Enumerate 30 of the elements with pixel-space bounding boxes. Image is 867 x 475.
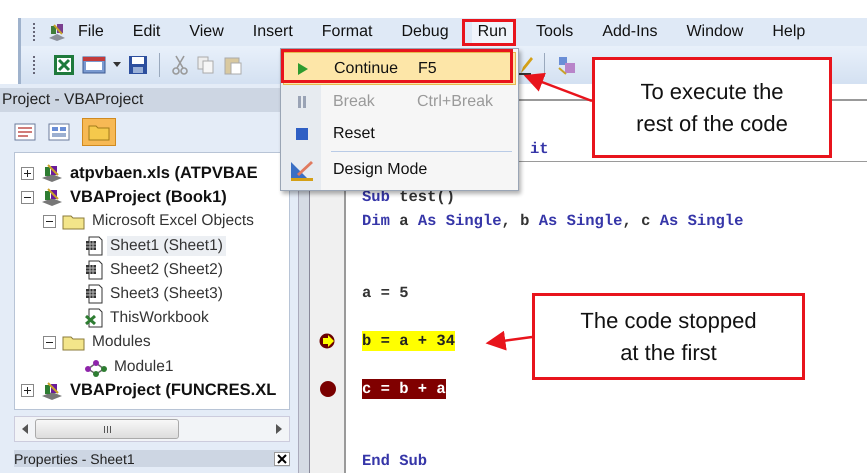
tree-item[interactable]: atpvbaen.xls (ATPVBAE xyxy=(67,162,261,184)
menu-item[interactable]: Window xyxy=(680,21,750,43)
code-line: it xyxy=(530,139,549,159)
menu-item[interactable]: Insert xyxy=(246,21,299,43)
tree-item[interactable]: VBAProject (FUNCRES.XL xyxy=(67,380,280,402)
tree-item[interactable]: Sheet3 (Sheet3) xyxy=(107,284,226,304)
menu-item[interactable]: Format xyxy=(316,21,378,43)
menu-item[interactable]: View xyxy=(183,21,230,43)
tree-item[interactable]: ThisWorkbook xyxy=(107,308,212,328)
menu-item[interactable]: Edit xyxy=(126,21,166,43)
panel-title: Properties - Sheet1 xyxy=(14,450,135,466)
menu-item[interactable]: Continue F5 xyxy=(283,52,516,85)
code-line: Sub test() xyxy=(362,187,456,207)
menu-item[interactable]: Run xyxy=(472,21,513,43)
tree-item[interactable]: VBAProject (Book1) xyxy=(67,186,230,208)
panel-title: Project - VBAProject xyxy=(2,91,144,109)
menu-item[interactable]: Help xyxy=(766,21,812,43)
tree-item[interactable]: Sheet2 (Sheet2) xyxy=(107,260,226,280)
menu-item[interactable]: Tools xyxy=(530,21,580,43)
code-line: a = 5 xyxy=(362,283,409,303)
tree-item[interactable]: Modules xyxy=(89,332,154,352)
code-line: Dim a As Single, b As Single, c As Single xyxy=(362,211,744,231)
tree-item[interactable]: Module1 xyxy=(111,356,176,377)
menu-item[interactable]: File xyxy=(72,21,110,43)
menu-item[interactable]: Add-Ins xyxy=(596,21,664,43)
tree-item[interactable]: Sheet1 (Sheet1) xyxy=(107,236,226,256)
code-line: End Sub xyxy=(362,451,428,471)
callout-text: The code stopped at the first xyxy=(580,306,757,366)
tree-item[interactable]: Microsoft Excel Objects xyxy=(89,211,257,232)
menu-item[interactable]: Debug xyxy=(395,21,455,43)
